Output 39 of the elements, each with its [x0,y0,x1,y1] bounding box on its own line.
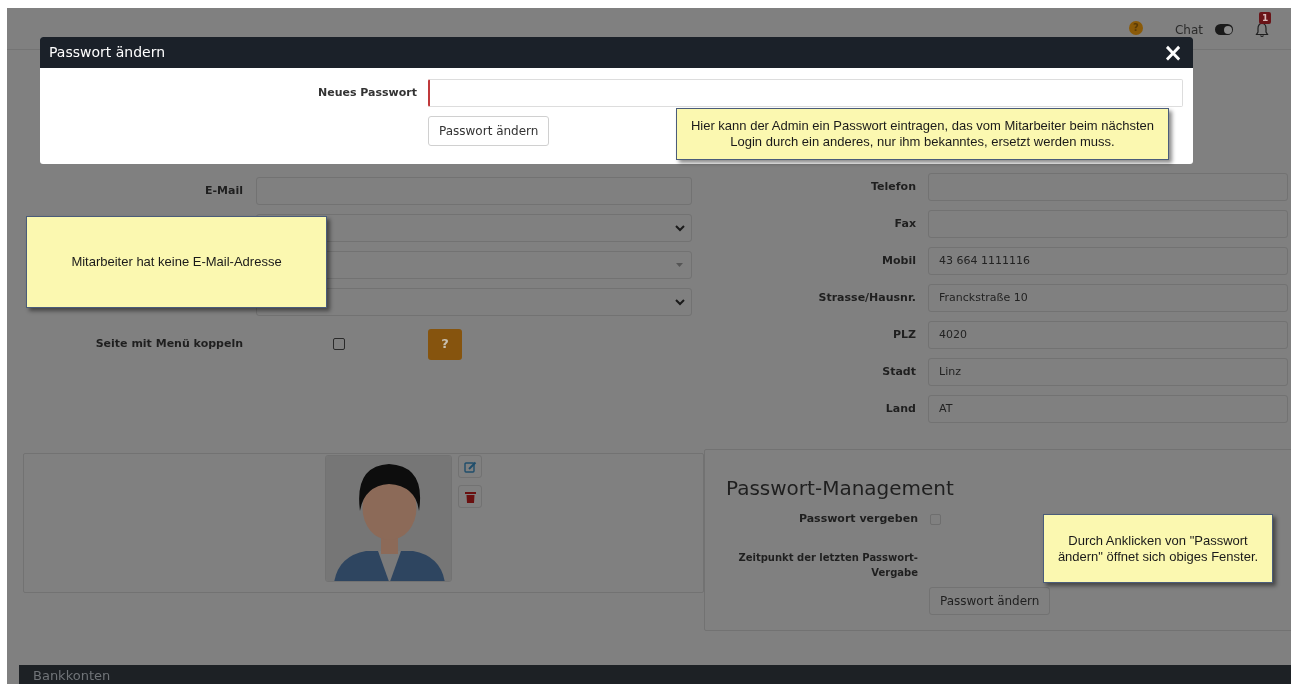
chat-label: Chat [1174,21,1203,39]
field-label: Zeitpunkt der letzten Passwort-Vergabe [737,550,918,580]
section-heading: Passwort-Management [726,476,954,500]
field-label: Passwort vergeben [798,511,918,527]
edit-button[interactable] [458,455,482,478]
field-label: Seite mit Menü koppeln [95,335,243,352]
text-field[interactable]: Franckstraße 10 [928,284,1288,312]
caret-down-icon [676,263,683,267]
field-label: Stadt [882,363,916,380]
text-field[interactable]: AT [928,395,1288,423]
close-button[interactable]: × [1162,40,1183,65]
field-label: E-Mail [205,182,243,199]
edit-icon [463,460,477,473]
delete-button[interactable] [458,485,482,508]
field-label: Mobil [882,252,916,269]
text-field[interactable]: 43 664 1111116 [928,247,1288,275]
field-label: PLZ [892,326,916,343]
trash-icon [464,490,476,503]
section-title: Bankkonten [33,669,111,683]
note-tooltip: Hier kann der Admin ein Passwort eintragen, das vom Mitarbeiter beim nächsten Login durch ein anderes, nur ihm bekanntes, ersetzt werden muss. [676,108,1169,160]
help-button[interactable]: ? [428,328,462,360]
note-tooltip: Durch Anklicken von "Passwort ändern" öffnet sich obiges Fenster. [1043,514,1273,583]
chevron-down-icon [675,298,685,306]
text-field[interactable]: Linz [928,358,1288,386]
change-password-button[interactable]: Passwort ändern [929,586,1051,615]
note-tooltip: Mitarbeiter hat keine E-Mail-Adresse [26,216,327,308]
field-label: Strasse/Hausnr. [818,289,916,306]
field-label: Neues Passwort [317,84,417,101]
text-field[interactable]: 4020 [928,321,1288,349]
field-label: Fax [894,215,916,232]
change-password-button[interactable]: Passwort ändern [428,116,550,146]
chevron-down-icon [675,224,685,232]
field-label: Telefon [871,178,916,195]
dialog-title: Passwort ändern [49,43,166,62]
notification-badge: 1 [1259,11,1272,24]
checkbox[interactable] [333,338,345,350]
chat-toggle[interactable] [1215,24,1233,35]
field-label: Land [885,400,916,417]
bell-icon [1255,21,1269,38]
